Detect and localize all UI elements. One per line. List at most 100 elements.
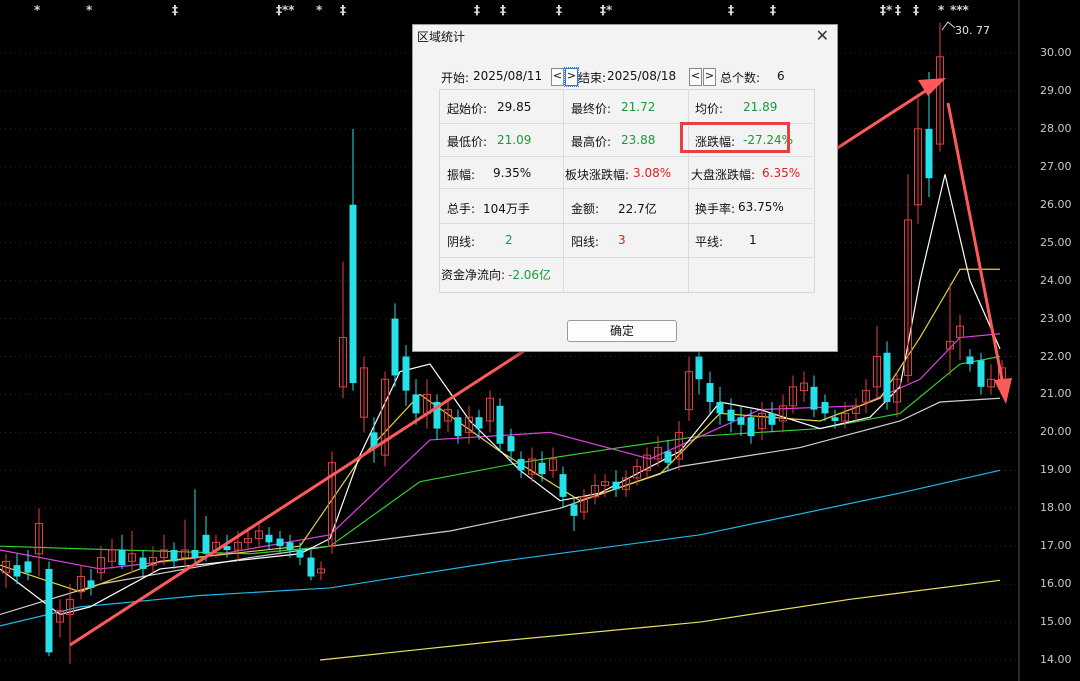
low-label: 最低价:: [447, 135, 488, 149]
net-flow-value: -2.06亿: [508, 268, 552, 282]
yin-label: 阴线:: [447, 235, 476, 249]
price-axis-label: 20.00: [1040, 425, 1072, 439]
price-axis-label: 24.00: [1040, 273, 1072, 287]
candle-body: [664, 451, 672, 463]
candle-body: [276, 538, 284, 547]
event-marker: ‡**: [276, 3, 295, 17]
candle-body: [612, 481, 620, 490]
amount-value: 22.7亿: [618, 202, 657, 216]
event-marker: *: [86, 3, 93, 17]
candle-body: [139, 557, 147, 569]
price-axis-label: 16.00: [1040, 577, 1072, 591]
candle-body: [118, 549, 126, 566]
start-prev-button[interactable]: <: [551, 68, 564, 86]
price-axis-label: 27.00: [1040, 159, 1072, 173]
price-axis-label: 23.00: [1040, 311, 1072, 325]
price-axis-label: 26.00: [1040, 197, 1072, 211]
end-next-button[interactable]: >: [703, 68, 716, 86]
price-axis-label: 25.00: [1040, 235, 1072, 249]
price-axis-label: 22.00: [1040, 349, 1072, 363]
candle-body: [810, 386, 818, 410]
ok-button[interactable]: 确定: [567, 320, 677, 342]
event-marker: *: [938, 3, 945, 17]
change-highlight-box: [680, 122, 790, 153]
start-next-button[interactable]: >: [564, 67, 579, 87]
high-value: 23.88: [621, 133, 656, 147]
candle-body: [831, 417, 839, 421]
candle-body: [883, 352, 891, 403]
close-value: 21.72: [621, 100, 656, 114]
low-value: 21.09: [497, 133, 532, 147]
end-date: 2025/08/18: [607, 69, 677, 83]
candle-body: [695, 356, 703, 380]
candle-body: [45, 568, 53, 653]
amplitude-value: 9.35%: [493, 166, 532, 180]
sector-change-label: 板块涨跌幅:: [565, 168, 630, 182]
candle-body: [977, 360, 985, 387]
market-change-value: 6.35%: [762, 166, 801, 180]
open-value: 29.85: [497, 100, 532, 114]
event-marker: ‡*: [600, 3, 613, 17]
event-marker: ‡: [770, 3, 776, 17]
range-statistics-dialog: 区域统计 ✕ 开始: 2025/08/11 < > 结束: 2025/08/18…: [412, 24, 838, 352]
open-label: 起始价:: [447, 102, 488, 116]
candle-body: [202, 534, 210, 554]
flat-label: 平线:: [695, 235, 724, 249]
turnover-value: 63.75%: [738, 200, 784, 214]
event-marker: ‡: [500, 3, 506, 17]
peak-price-label: 30. 77: [955, 24, 990, 37]
candle-body: [517, 458, 525, 471]
candle-body: [570, 504, 578, 516]
event-marker: ‡: [556, 3, 562, 17]
candle-body: [475, 417, 483, 429]
price-axis-label: 17.00: [1040, 539, 1072, 553]
close-label: 最终价:: [571, 102, 612, 116]
start-date: 2025/08/11: [473, 69, 543, 83]
arrow-head-down: [994, 378, 1012, 404]
net-flow-label: 资金净流向:: [441, 268, 506, 282]
event-marker: ‡*: [880, 3, 893, 17]
avg-label: 均价:: [695, 102, 724, 116]
candle-body: [87, 580, 95, 588]
count-label: 总个数:: [720, 71, 761, 85]
yang-value: 3: [618, 233, 626, 247]
amount-label: 金额:: [571, 202, 600, 216]
candle-body: [747, 417, 755, 437]
market-change-label: 大盘涨跌幅:: [691, 168, 756, 182]
candle-body: [925, 128, 933, 179]
end-prev-button[interactable]: <: [689, 68, 702, 86]
yin-value: 2: [505, 233, 513, 247]
candle-body: [223, 546, 231, 550]
candle-body: [559, 474, 567, 497]
price-axis-label: 19.00: [1040, 463, 1072, 477]
candle-body: [349, 204, 357, 384]
close-icon[interactable]: ✕: [816, 26, 829, 45]
event-marker: *: [316, 3, 323, 17]
volume-value: 104万手: [483, 202, 530, 216]
candle-body: [768, 413, 776, 425]
event-marker: ‡: [474, 3, 480, 17]
candle-body: [286, 542, 294, 550]
volume-label: 总手:: [447, 202, 476, 216]
candle-body: [496, 405, 504, 444]
start-label: 开始:: [441, 71, 470, 85]
end-label: 结束:: [578, 71, 607, 85]
candle-body: [821, 402, 829, 414]
candle-body: [727, 409, 735, 421]
candle-body: [966, 356, 974, 365]
price-axis-label: 15.00: [1040, 615, 1072, 629]
candle-body: [170, 549, 178, 562]
candle-body: [706, 383, 714, 403]
trend-arrow-down: [946, 102, 1005, 386]
event-marker: ‡: [728, 3, 734, 17]
candle-body: [538, 462, 546, 475]
count-value: 6: [777, 69, 785, 83]
event-marker: ‡: [895, 3, 901, 17]
candle-body: [412, 394, 420, 414]
price-axis-label: 18.00: [1040, 501, 1072, 515]
candle-body: [391, 318, 399, 376]
turnover-label: 换手率:: [695, 202, 736, 216]
candle-body: [13, 565, 21, 577]
stats-grid: [439, 89, 815, 293]
ma30-line: [0, 355, 1001, 555]
